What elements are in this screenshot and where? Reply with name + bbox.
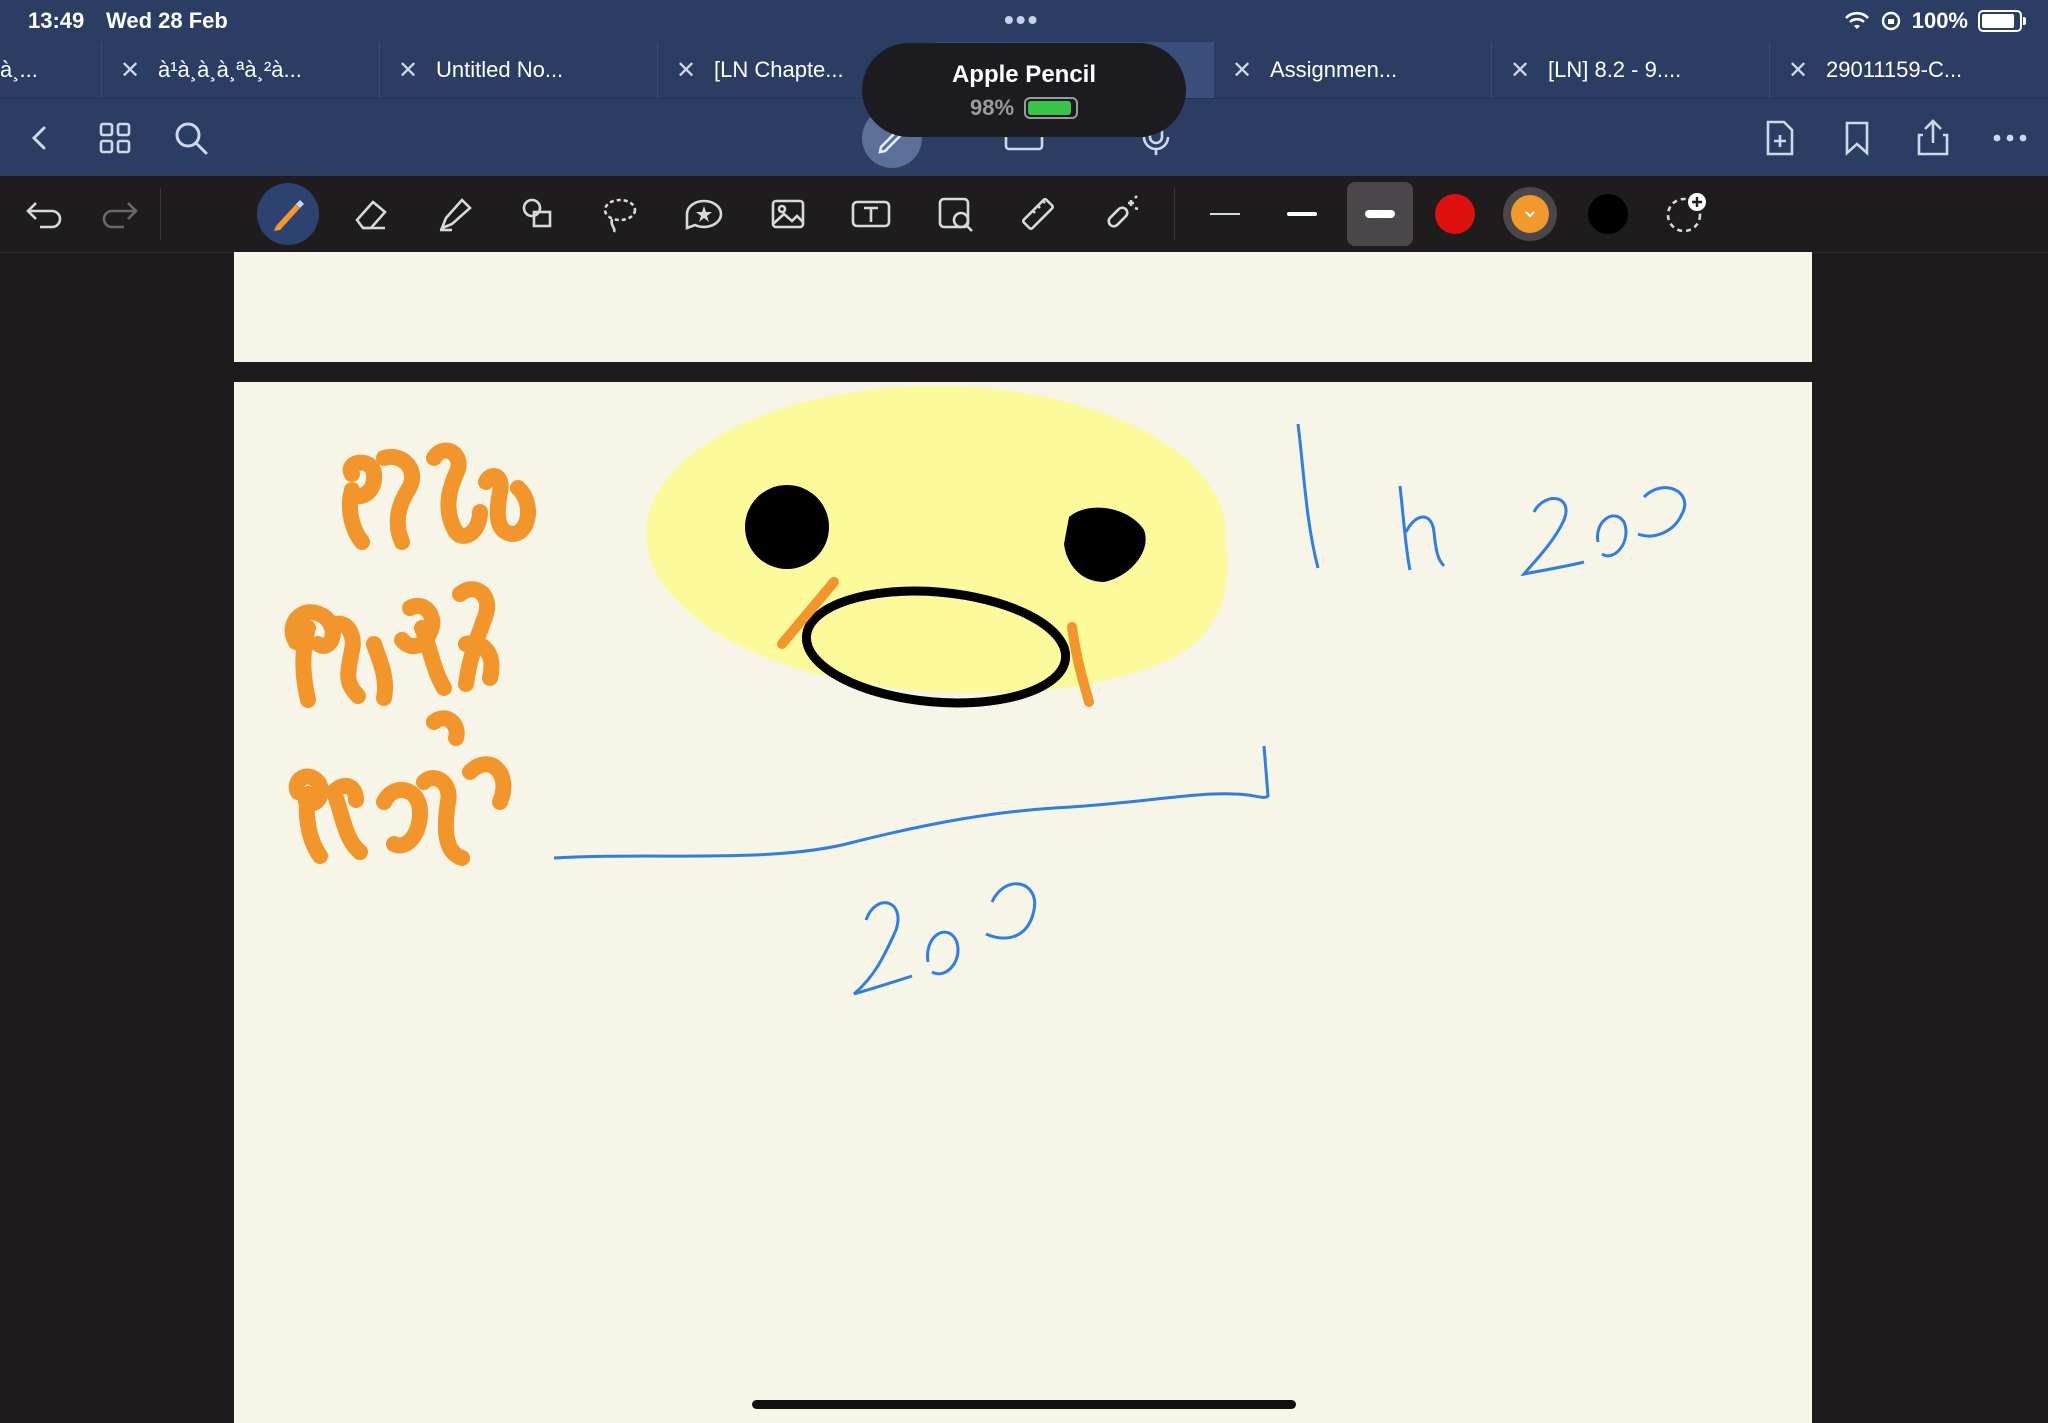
laser-icon[interactable] [1091,184,1151,244]
note-page[interactable] [234,382,1812,1423]
blue-vertical-line [1296,423,1320,569]
blue-200-right-stroke [1520,486,1687,577]
highlighter-icon[interactable] [424,184,484,244]
pen-icon[interactable] [257,183,319,245]
color-red-swatch[interactable] [1435,194,1475,234]
lasso-icon[interactable] [590,184,650,244]
tab-5[interactable]: ✕ Assignmen... [1214,42,1492,98]
add-color-icon[interactable] [1656,184,1716,244]
tab-2[interactable]: ✕ Untitled No... [380,42,658,98]
color-orange-swatch-selected[interactable] [1503,187,1557,241]
close-icon[interactable]: ✕ [1770,56,1826,85]
pencil-battery-fill [1028,101,1072,115]
tab-title: Assignmen... [1270,57,1398,82]
tab-7[interactable]: ✕ 29011159-C... [1770,42,2048,98]
stroke-medium-icon[interactable] [1272,184,1332,244]
tab-title: [LN Chapte... [714,57,844,82]
close-icon[interactable]: ✕ [1214,56,1270,85]
chevron-down-icon [1511,195,1549,233]
separator [1174,188,1175,240]
pencil-battery-icon [1024,97,1079,119]
left-eye-drawing [745,485,829,569]
battery-percent: 100% [1911,8,1968,33]
blue-h-stroke [1398,485,1446,571]
status-right: 100% [1844,8,2026,34]
stroke-thin-icon[interactable] [1195,184,1255,244]
battery-icon [1978,10,2026,32]
image-icon[interactable] [758,184,818,244]
ruler-icon[interactable] [1008,184,1068,244]
close-icon[interactable]: ✕ [1492,56,1548,85]
search-icon[interactable] [167,114,215,162]
close-icon[interactable]: ✕ [102,56,158,85]
redo-icon[interactable] [90,184,150,244]
multitasking-dots[interactable]: ••• [1004,4,1039,36]
more-icon[interactable] [1986,114,2034,162]
status-time: 13:49 [28,8,85,33]
undo-icon[interactable] [14,184,74,244]
tool-bar [0,176,2048,253]
text-icon[interactable] [841,184,901,244]
tab-title: à¸... [0,57,38,82]
blue-200-bottom-stroke [853,882,1037,996]
grid-icon[interactable] [91,114,139,162]
tab-title: [LN] 8.2 - 9.... [1548,57,1682,82]
previous-page [234,252,1812,362]
camera-icon[interactable] [925,184,985,244]
close-icon[interactable]: ✕ [658,56,714,85]
shapes-icon[interactable] [508,184,568,244]
share-icon[interactable] [1909,114,1957,162]
handwriting-canvas [284,386,1687,996]
orange-handwriting [284,442,536,866]
battery-fill [1982,14,2014,28]
wifi-icon [1844,11,1869,29]
blue-bracket-line [553,745,1270,860]
tab-1[interactable]: ✕ à¹à¸à¸à¸ªà¸²à... [102,42,380,98]
color-black-swatch[interactable] [1588,194,1628,234]
tab-title: Untitled No... [436,57,564,82]
back-icon[interactable] [16,114,64,162]
tab-title: à¹à¸à¸à¸ªà¸²à... [158,57,302,82]
status-date: Wed 28 Feb [106,8,228,33]
pencil-hud-title: Apple Pencil [951,61,1097,88]
pencil-hud-battery-row: 98% [862,95,1186,121]
rotation-lock-icon [1881,11,1900,31]
stroke-thick-icon[interactable] [1347,182,1413,246]
tab-6[interactable]: ✕ [LN] 8.2 - 9.... [1492,42,1770,98]
eraser-icon[interactable] [341,184,401,244]
apple-pencil-hud: Apple Pencil 98% [862,43,1186,137]
sticker-icon[interactable] [674,184,734,244]
pencil-battery-percent: 98% [969,95,1015,120]
add-page-icon[interactable] [1756,114,1804,162]
separator [160,188,161,240]
tab-0[interactable]: à¸... [0,42,102,98]
bookmark-icon[interactable] [1833,114,1881,162]
tab-title: 29011159-C... [1826,57,1963,82]
close-icon[interactable]: ✕ [380,56,436,85]
home-indicator[interactable] [752,1400,1296,1409]
